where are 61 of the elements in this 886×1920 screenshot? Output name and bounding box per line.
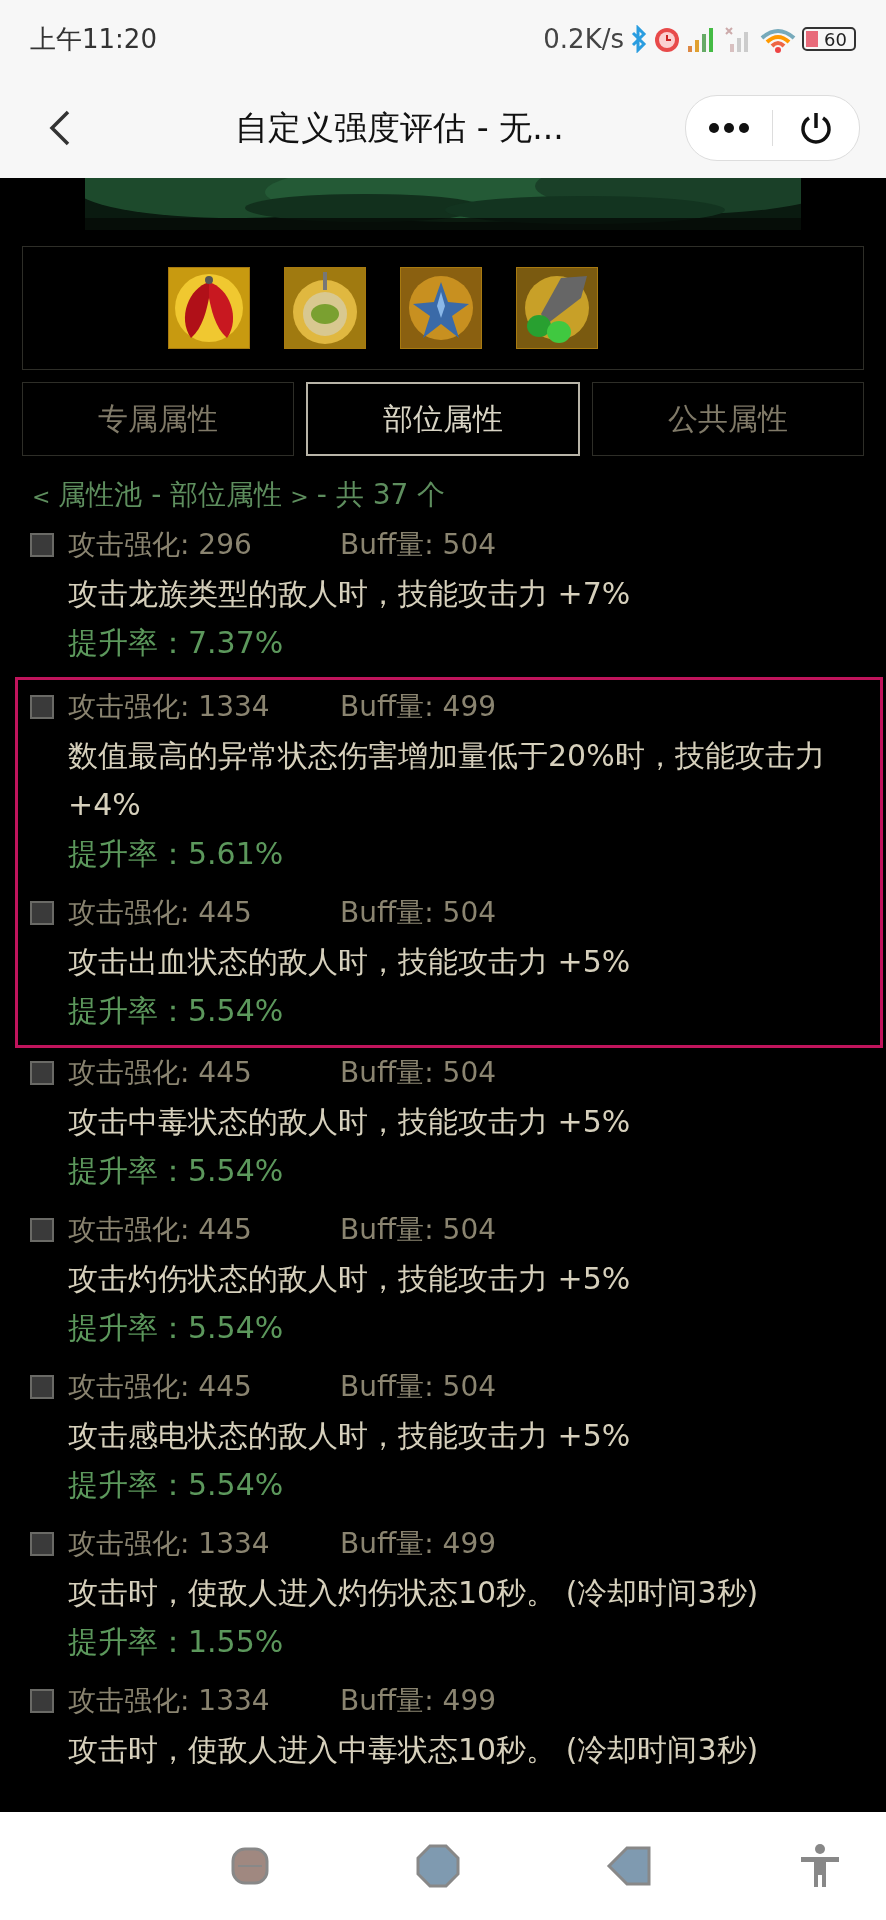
rate-text: 提升率：5.61% bbox=[68, 835, 285, 873]
attack-stat: 攻击强化: 445 bbox=[68, 1369, 253, 1405]
buff-stat: Buff量: 504 bbox=[340, 1055, 497, 1091]
checkbox[interactable] bbox=[30, 533, 54, 557]
back-nav-icon bbox=[605, 1846, 654, 1886]
rate-text: 提升率：5.54% bbox=[68, 992, 285, 1030]
description: 攻击中毒状态的敌人时，技能攻击力 +5% bbox=[68, 1103, 632, 1141]
description: 攻击时，使敌人进入灼伤状态10秒。 (冷却时间3秒) bbox=[68, 1574, 760, 1612]
pool-title: 属性池 - 部位属性 bbox=[58, 477, 283, 513]
menu-nav-icon bbox=[230, 1846, 270, 1886]
rate-text: 提升率：5.54% bbox=[68, 1309, 285, 1347]
checkbox[interactable] bbox=[30, 695, 54, 719]
description: 攻击龙族类型的敌人时，技能攻击力 +7% bbox=[68, 575, 632, 613]
rate-text: 提升率：5.54% bbox=[68, 1466, 285, 1504]
buff-stat: Buff量: 499 bbox=[340, 1526, 497, 1562]
count-text: - 共 37 个 bbox=[316, 477, 446, 513]
attack-stat: 攻击强化: 1334 bbox=[68, 689, 271, 725]
attack-stat: 攻击强化: 1334 bbox=[68, 1526, 271, 1562]
tab[interactable]: 专属属性 bbox=[22, 382, 294, 456]
checkbox[interactable] bbox=[30, 1061, 54, 1085]
description: 攻击灼伤状态的敌人时，技能攻击力 +5% bbox=[68, 1260, 632, 1298]
description: 攻击出血状态的敌人时，技能攻击力 +5% bbox=[68, 943, 632, 981]
attack-stat: 攻击强化: 445 bbox=[68, 1212, 253, 1248]
description: 攻击感电状态的敌人时，技能攻击力 +5% bbox=[68, 1417, 632, 1455]
rate-text: 提升率：7.37% bbox=[68, 624, 285, 662]
bluetooth-icon bbox=[630, 25, 648, 53]
network-speed: 0.2K/s bbox=[543, 24, 624, 54]
checkbox[interactable] bbox=[30, 1375, 54, 1399]
buff-stat: Buff量: 504 bbox=[340, 1212, 497, 1248]
attack-stat: 攻击强化: 445 bbox=[68, 1055, 253, 1091]
tab[interactable]: 公共属性 bbox=[592, 382, 864, 456]
tab[interactable]: 部位属性 bbox=[306, 382, 580, 456]
status-time: 上午11:20 bbox=[30, 22, 157, 56]
checkbox[interactable] bbox=[30, 901, 54, 925]
checkbox[interactable] bbox=[30, 1218, 54, 1242]
attack-stat: 攻击强化: 1334 bbox=[68, 1683, 271, 1719]
page-title: 自定义强度评估 - 无... bbox=[234, 106, 565, 149]
buff-stat: Buff量: 499 bbox=[340, 689, 497, 725]
buff-stat: Buff量: 504 bbox=[340, 1369, 497, 1405]
star-item-icon bbox=[400, 267, 482, 349]
checkbox[interactable] bbox=[30, 1689, 54, 1713]
accessibility-icon bbox=[798, 1843, 841, 1889]
checkbox[interactable] bbox=[30, 1532, 54, 1556]
buff-stat: Buff量: 499 bbox=[340, 1683, 497, 1719]
gem-item-icon bbox=[516, 267, 598, 349]
attack-stat: 攻击强化: 445 bbox=[68, 895, 253, 931]
more-icon bbox=[709, 123, 749, 133]
buff-stat: Buff量: 504 bbox=[340, 895, 497, 931]
attack-stat: 攻击强化: 296 bbox=[68, 527, 253, 563]
lantern-item-icon bbox=[284, 267, 366, 349]
power-icon bbox=[798, 110, 834, 146]
bracket-text: < bbox=[32, 484, 51, 509]
rate-text: 提升率：1.55% bbox=[68, 1623, 285, 1661]
wings-item-icon bbox=[168, 267, 250, 349]
description: 攻击时，使敌人进入中毒状态10秒。 (冷却时间3秒) bbox=[68, 1731, 760, 1769]
rate-text: 提升率：5.54% bbox=[68, 1152, 285, 1190]
bracket-text: > bbox=[290, 484, 309, 509]
home-nav-icon bbox=[415, 1844, 460, 1888]
description: 数值最高的异常状态伤害增加量低于20%时，技能攻击力 +4% bbox=[68, 737, 826, 824]
buff-stat: Buff量: 504 bbox=[340, 527, 497, 563]
battery-indicator: 60 bbox=[802, 27, 856, 51]
